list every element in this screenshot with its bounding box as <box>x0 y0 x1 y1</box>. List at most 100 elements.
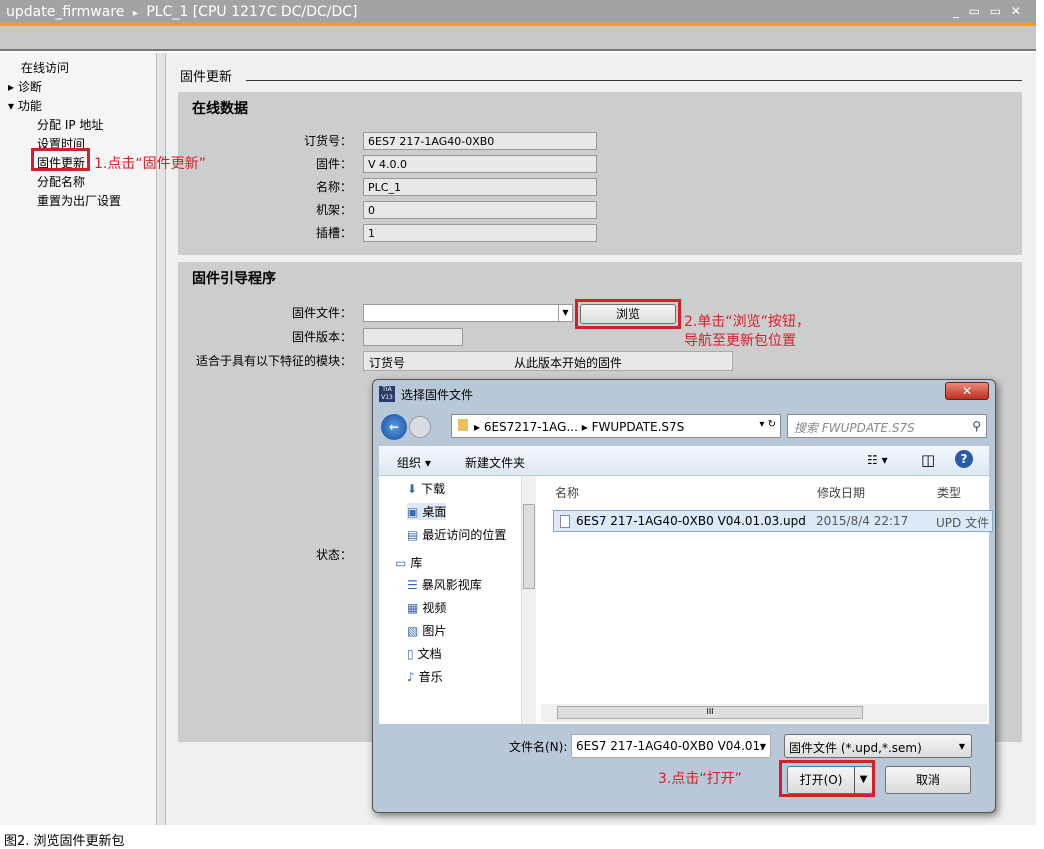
library-icon: ▭ <box>395 556 407 570</box>
file-label: 固件文件： <box>291 306 352 320</box>
sidebar-item[interactable]: 在线访问 <box>21 59 69 76</box>
file-row[interactable]: 6ES7 217-1AG40-0XB0 V04.01.03.upd 2015/8… <box>553 510 993 532</box>
search-input[interactable]: 搜索 FWUPDATE.S7S ⚲ <box>787 414 987 438</box>
modules-table-header: 订货号 从此版本开始的固件 <box>363 351 733 371</box>
field-value: 0 <box>363 201 597 219</box>
tia-app-icon: TIA V13 <box>379 386 395 402</box>
tree-item[interactable]: ▧ 图片 <box>407 622 446 639</box>
highlight-box <box>575 299 681 329</box>
download-icon: ⬇ <box>407 482 418 496</box>
field-value: 6ES7 217-1AG40-0XB0 <box>363 132 597 150</box>
filename-input[interactable]: 6ES7 217-1AG40-0XB0 V04.01. ▼ <box>571 734 771 758</box>
sidebar-item[interactable]: 重置为出厂设置 <box>37 192 121 209</box>
sidebar-item-label: 在线访问 <box>21 61 70 75</box>
file-type-dropdown[interactable]: 固件文件 (*.upd,*.sem) ▼ <box>784 734 972 758</box>
tree-item[interactable]: ▦ 视频 <box>407 599 446 616</box>
highlight-box <box>779 760 875 797</box>
chevron-down-icon[interactable]: ▼ <box>558 305 572 321</box>
figure-caption: 图2. 浏览固件更新包 <box>4 834 125 849</box>
tree-item[interactable]: ▣ 桌面 <box>407 503 447 520</box>
section-title: 在线数据 <box>192 101 248 117</box>
field-value: V 4.0.0 <box>363 155 597 173</box>
document-icon: ▯ <box>407 647 414 661</box>
picture-icon: ▧ <box>407 624 419 638</box>
sidebar-item-label: 重置为出厂设置 <box>37 194 122 208</box>
desktop-icon: ▣ <box>407 505 419 519</box>
file-icon <box>560 515 570 528</box>
organize-menu[interactable]: 组织 ▾ <box>397 454 431 471</box>
tree-item[interactable]: ▯ 文档 <box>407 645 442 662</box>
highlight-box <box>31 148 90 171</box>
sidebar-item[interactable]: 分配 IP 地址 <box>37 116 103 133</box>
title-bar: update_firmware ▸ PLC_1 [CPU 1217C DC/DC… <box>0 0 1036 26</box>
expand-arrow-icon[interactable]: ▸ <box>8 80 18 94</box>
window-controls[interactable]: _ ▭ ▭ ✕ <box>953 4 1024 18</box>
folder-icon <box>458 419 468 431</box>
breadcrumb-project[interactable]: update_firmware <box>6 4 124 20</box>
firmware-file-dropdown[interactable]: ▼ <box>363 304 573 322</box>
nav-tree: ⬇ 下载 ▣ 桌面 ▤ 最近访问的位置 ▭ 库 ☰ 暴风影视库 ▦ 视频 ▧ 图片 ▯ 文档 ♪ 音乐 <box>379 476 539 724</box>
divider <box>246 80 1022 81</box>
annotation-step2: 2.单击“浏览”按钮， <box>684 314 810 330</box>
column-name[interactable]: 名称 <box>555 484 579 501</box>
film-icon: ▦ <box>407 601 419 615</box>
back-arrow-icon[interactable]: ← <box>381 414 407 440</box>
toolbar <box>0 26 1036 51</box>
page-title: 固件更新 <box>180 70 233 85</box>
tree-item[interactable]: ♪ 音乐 <box>407 668 443 685</box>
column-date[interactable]: 修改日期 <box>817 484 865 501</box>
tree-item[interactable]: ▭ 库 <box>395 554 422 571</box>
annotation-step1: 1.点击“固件更新” <box>94 156 206 172</box>
field-label: 订货号： <box>303 134 352 148</box>
tree-item[interactable]: ☰ 暴风影视库 <box>407 576 482 593</box>
music-icon: ♪ <box>407 670 415 684</box>
expand-arrow-icon[interactable]: ▾ <box>8 99 18 113</box>
filename-label: 文件名(N): <box>509 740 568 754</box>
status-label: 状态： <box>315 548 352 562</box>
field-label: 插槽： <box>315 226 352 240</box>
sidebar-item-label: 功能 <box>17 99 42 113</box>
field-value: PLC_1 <box>363 178 597 196</box>
dialog-title: 选择固件文件 <box>401 388 474 402</box>
file-list: 名称 修改日期 类型 6ES7 217-1AG40-0XB0 V04.01.03… <box>537 476 993 724</box>
field-value: 1 <box>363 224 597 242</box>
section-title: 固件引导程序 <box>192 271 276 287</box>
column-order-number: 订货号 <box>369 356 406 370</box>
sidebar-item[interactable]: ▸ 诊断 <box>8 78 42 95</box>
firmware-version-field <box>363 328 463 346</box>
field-label: 名称： <box>315 180 352 194</box>
view-options-icon[interactable]: ☷ ▾ <box>867 453 888 467</box>
file-dialog: TIA V13 选择固件文件 ✕ ← ▸ 6ES7217-1AG... ▸ FWU… <box>372 379 996 813</box>
version-label: 固件版本： <box>291 330 352 344</box>
breadcrumb-device[interactable]: PLC_1 [CPU 1217C DC/DC/DC] <box>146 4 357 20</box>
online-data-section: 在线数据 订货号： 6ES7 217-1AG40-0XB0 固件： V 4.0.0 名称… <box>178 92 1022 255</box>
path-segment[interactable]: FWUPDATE.S7S <box>592 420 685 434</box>
column-firmware: 从此版本开始的固件 <box>514 356 623 370</box>
sidebar-item-label: 分配名称 <box>37 175 86 189</box>
path-segment[interactable]: 6ES7217-1AG... <box>484 420 578 434</box>
suitable-modules-label: 适合于具有以下特征的模块： <box>195 354 352 368</box>
new-folder-button[interactable]: 新建文件夹 <box>465 454 525 471</box>
tree-item[interactable]: ▤ 最近访问的位置 <box>407 526 506 543</box>
help-icon[interactable]: ? <box>955 450 973 468</box>
forward-arrow-icon[interactable] <box>409 416 431 438</box>
sidebar-item[interactable]: ▾ 功能 <box>8 97 42 114</box>
video-library-icon: ☰ <box>407 578 418 592</box>
tree-scrollbar[interactable] <box>521 476 536 724</box>
refresh-icon[interactable]: ▾ ↻ <box>759 419 776 430</box>
breadcrumb-separator: ▸ <box>132 8 138 19</box>
close-button[interactable]: ✕ <box>945 382 989 400</box>
cancel-button[interactable]: 取消 <box>885 766 971 794</box>
sidebar-item-label: 分配 IP 地址 <box>37 118 104 132</box>
column-type[interactable]: 类型 <box>937 484 961 501</box>
sidebar-item[interactable]: 分配名称 <box>37 173 85 190</box>
recent-icon: ▤ <box>407 528 419 542</box>
preview-pane-icon[interactable]: ◫ <box>921 451 935 469</box>
sidebar-item-label: 诊断 <box>17 80 42 94</box>
horizontal-scrollbar[interactable]: III <box>541 704 987 722</box>
field-label: 机架： <box>315 203 352 217</box>
address-bar[interactable]: ▸ 6ES7217-1AG... ▸ FWUPDATE.S7S ▾ ↻ <box>451 414 781 438</box>
annotation-step3: 3.点击“打开” <box>658 771 742 787</box>
tree-item[interactable]: ⬇ 下载 <box>407 480 445 497</box>
search-icon: ⚲ <box>972 419 981 433</box>
